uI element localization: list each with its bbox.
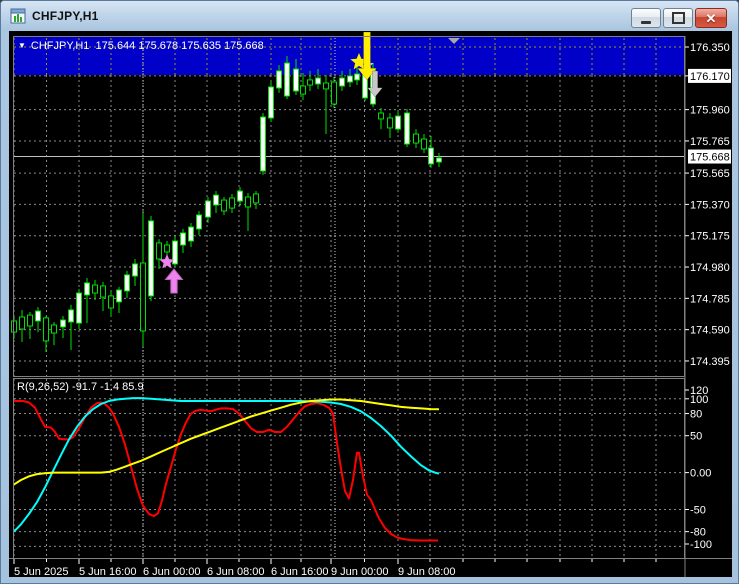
svg-text:0.00: 0.00 — [690, 468, 711, 480]
svg-text:174.590: 174.590 — [690, 325, 730, 337]
symbol-dropdown-icon[interactable]: ▼ — [18, 41, 26, 50]
svg-text:6 Jun 16:00: 6 Jun 16:00 — [271, 566, 329, 577]
close-button[interactable]: ✕ — [695, 8, 727, 28]
svg-text:175.960: 175.960 — [690, 105, 730, 117]
chart-window-icon — [10, 8, 26, 24]
svg-text:-50: -50 — [690, 505, 706, 517]
svg-text:175.668: 175.668 — [690, 152, 730, 164]
minimize-icon — [641, 20, 651, 24]
svg-text:176.170: 176.170 — [690, 71, 730, 83]
svg-text:174.785: 174.785 — [690, 293, 730, 305]
svg-text:100: 100 — [690, 394, 708, 406]
svg-text:175.765: 175.765 — [690, 136, 730, 148]
svg-text:174.395: 174.395 — [690, 356, 730, 368]
svg-text:50: 50 — [690, 431, 702, 443]
svg-text:6 Jun 00:00: 6 Jun 00:00 — [143, 566, 201, 577]
svg-text:-100: -100 — [690, 539, 712, 551]
title-bar[interactable]: CHFJPY,H1 ✕ — [1, 1, 738, 31]
svg-text:176.350: 176.350 — [690, 42, 730, 54]
svg-text:5 Jun 2025: 5 Jun 2025 — [14, 566, 68, 577]
restore-button[interactable] — [663, 8, 693, 28]
svg-text:-80: -80 — [690, 527, 706, 539]
svg-text:5 Jun 16:00: 5 Jun 16:00 — [79, 566, 137, 577]
mt4-chart-window: CHFJPY,H1 ✕ 176.350 176.170 175.960 175.765… — [0, 0, 739, 584]
svg-text:175.175: 175.175 — [690, 231, 730, 243]
svg-text:174.980: 174.980 — [690, 262, 730, 274]
chart-symbol-period: CHFJPY,H1 — [30, 40, 90, 52]
minimize-button[interactable] — [631, 8, 661, 28]
restore-icon — [671, 12, 685, 24]
window-title: CHFJPY,H1 — [32, 9, 99, 23]
svg-text:175.370: 175.370 — [690, 199, 730, 211]
svg-text:6 Jun 08:00: 6 Jun 08:00 — [207, 566, 265, 577]
chart-client-area: 176.350 176.170 175.960 175.765 175.565 175.3… — [9, 31, 732, 577]
svg-text:9 Jun 08:00: 9 Jun 08:00 — [398, 566, 456, 577]
svg-text:175.565: 175.565 — [690, 168, 730, 180]
close-icon: ✕ — [705, 10, 717, 26]
svg-text:9 Jun 00:00: 9 Jun 00:00 — [331, 566, 389, 577]
chart-ohlc-header: ▼ CHFJPY,H1 175.644 175.678 175.635 175.6… — [18, 40, 264, 52]
svg-text:80: 80 — [690, 409, 702, 421]
chart-ohlc-values: 175.644 175.678 175.635 175.668 — [95, 40, 264, 52]
indicator-name-values: R(9,26,52) -91.7 -1.4 85.9 — [17, 381, 144, 393]
chart-canvas[interactable]: 176.350 176.170 175.960 175.765 175.565 175.3… — [9, 31, 732, 577]
